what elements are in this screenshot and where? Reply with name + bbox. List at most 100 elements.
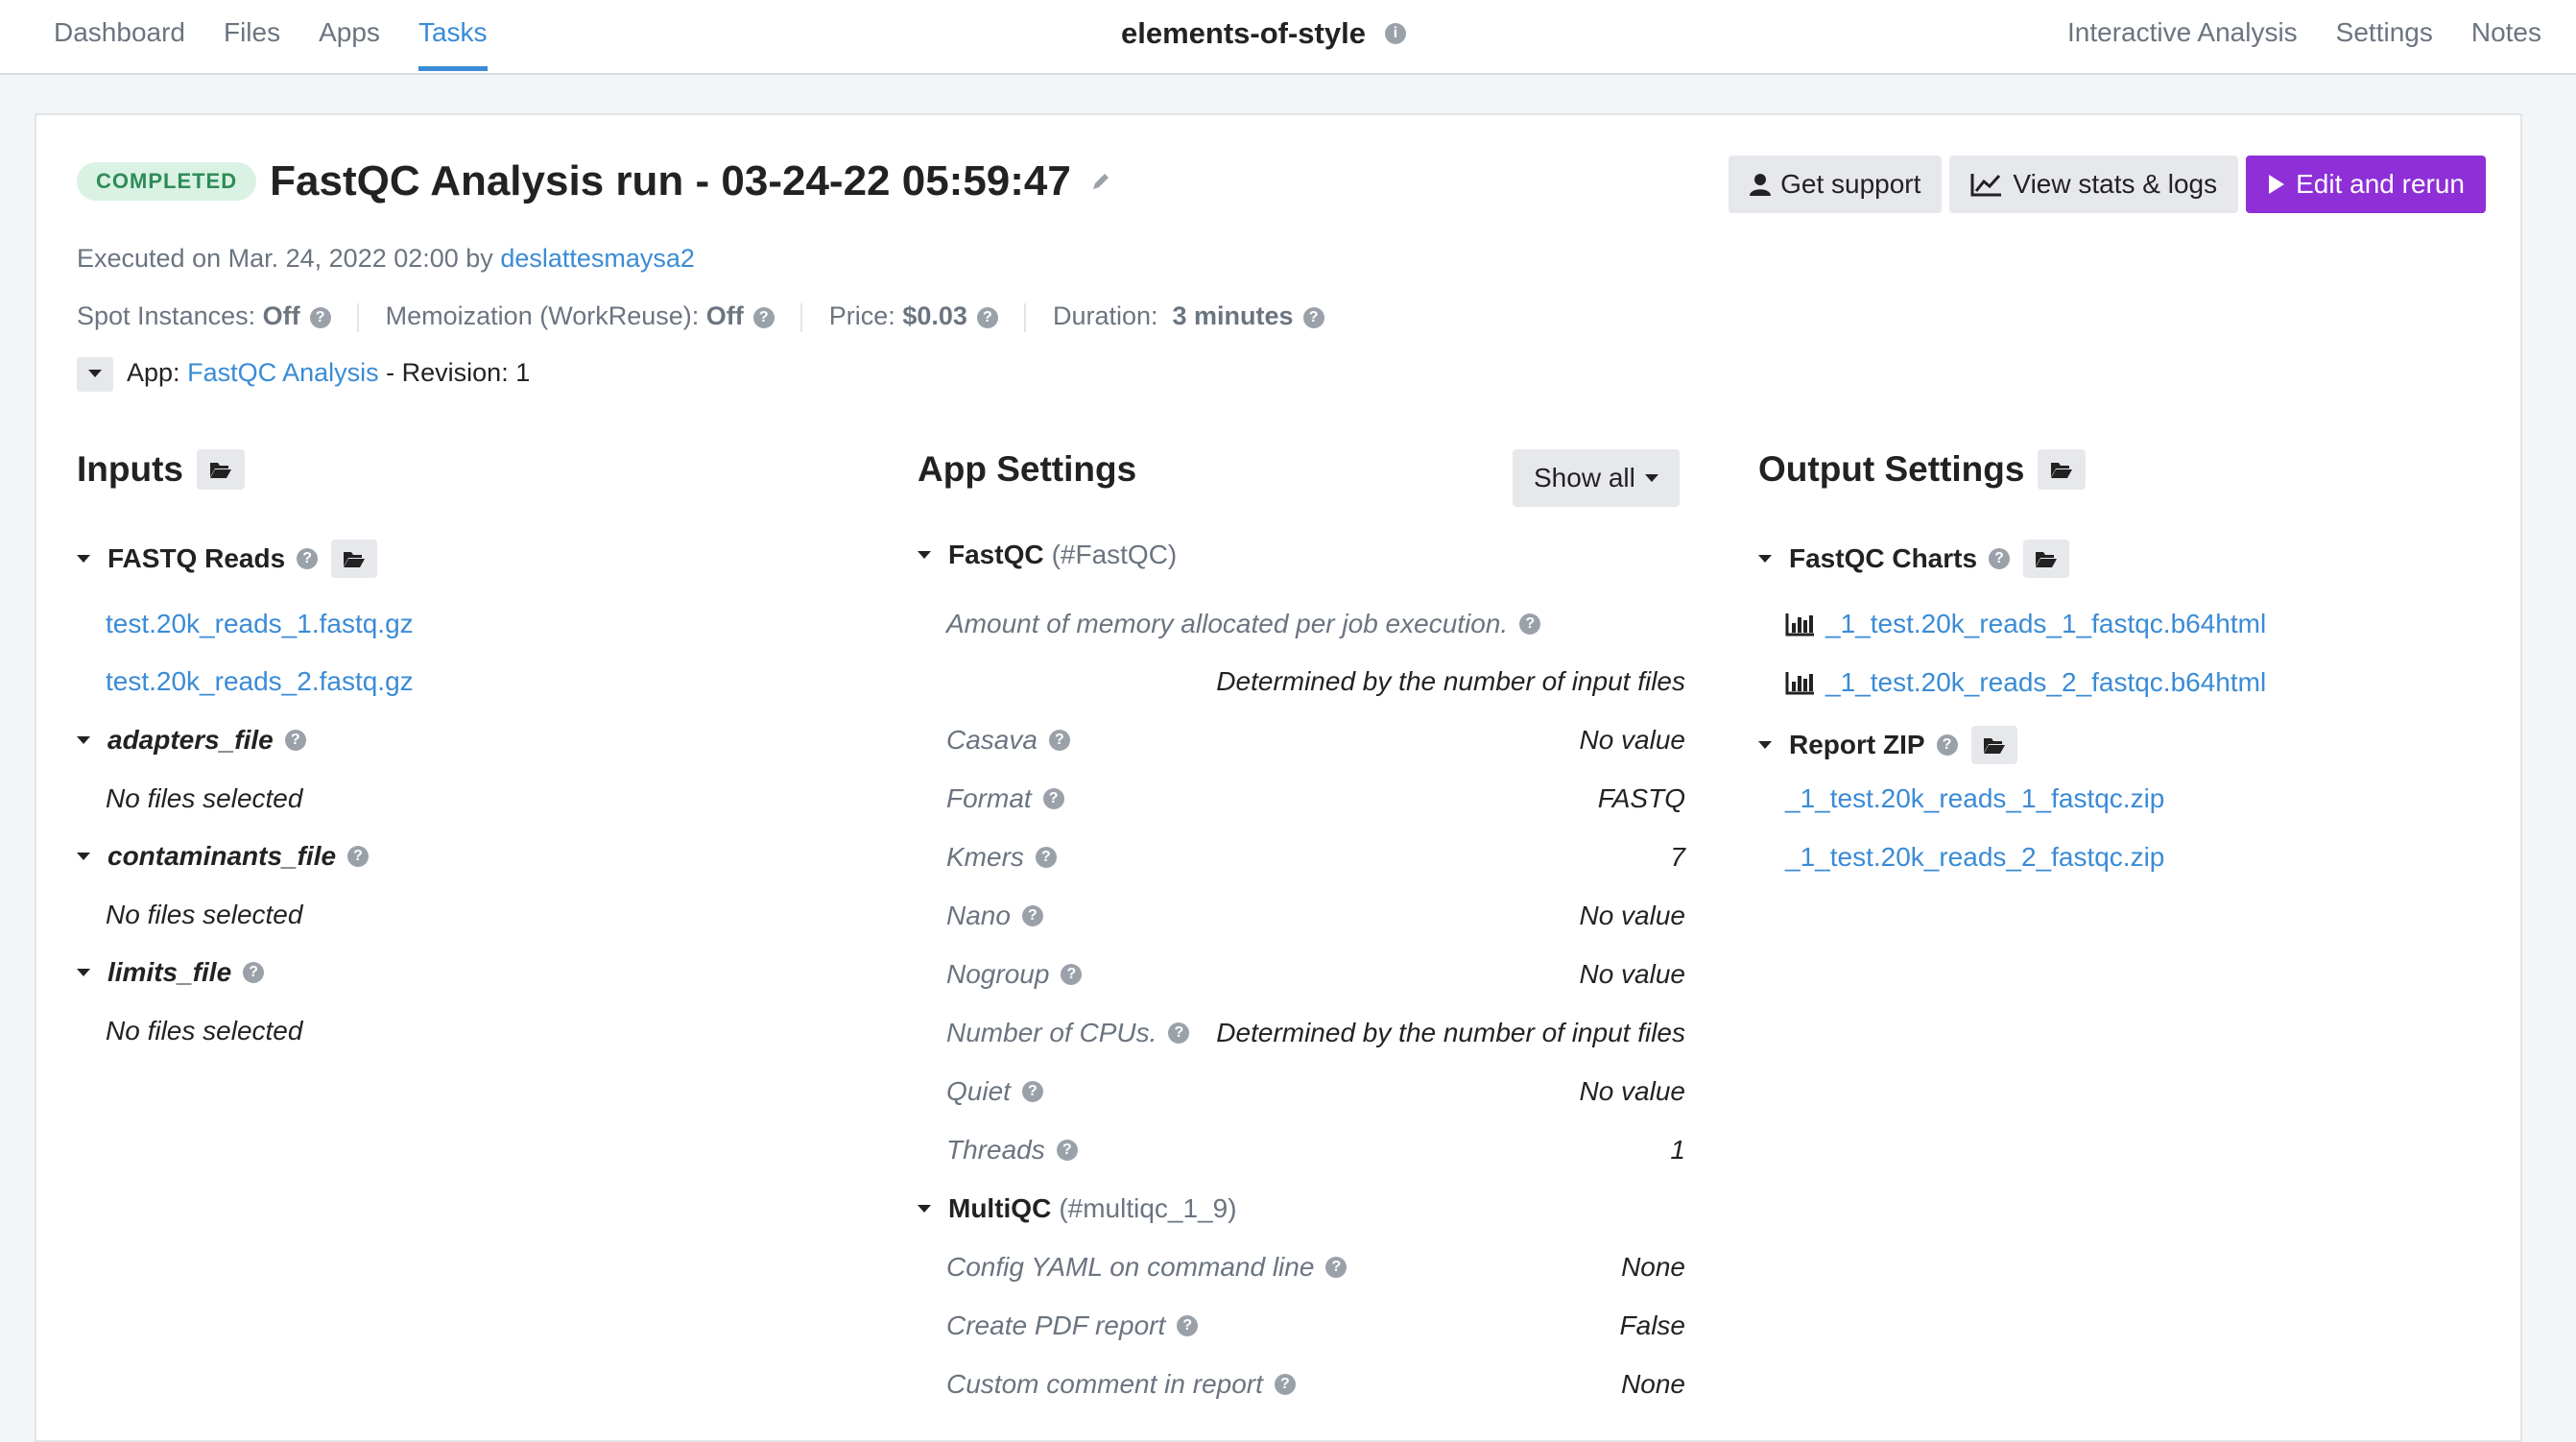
- caret-down-icon: [1644, 474, 1658, 482]
- file-link[interactable]: _1_test.20k_reads_1_fastqc.b64html: [1825, 609, 2266, 639]
- executed-text: Executed on Mar. 24, 2022 02:00 by: [77, 244, 493, 273]
- folder-open-icon[interactable]: [196, 449, 245, 490]
- help-icon[interactable]: ?: [1325, 1257, 1348, 1278]
- edit-rerun-button[interactable]: Edit and rerun: [2246, 156, 2486, 213]
- app-link[interactable]: FastQC Analysis: [187, 358, 379, 387]
- show-all-dropdown[interactable]: Show all: [1513, 449, 1680, 507]
- file-link[interactable]: _1_test.20k_reads_2_fastqc.zip: [1785, 842, 2164, 873]
- help-icon[interactable]: ?: [1989, 548, 2011, 569]
- output-file-row[interactable]: _1_test.20k_reads_2_fastqc.zip: [1785, 842, 2164, 873]
- status-badge: COMPLETED: [77, 162, 257, 201]
- setting-label: Amount of memory allocated per job execu…: [946, 609, 1541, 639]
- output-group-zip[interactable]: Report ZIP ?: [1758, 726, 2017, 764]
- setting-label: Custom comment in report?: [946, 1369, 1296, 1400]
- caret-down-icon: [1758, 555, 1772, 563]
- nav-notes[interactable]: Notes: [2471, 0, 2541, 71]
- caret-down-icon: [77, 853, 90, 860]
- help-icon[interactable]: ?: [1061, 964, 1083, 985]
- inputs-title: Inputs: [77, 449, 183, 489]
- setting-label-text: Amount of memory allocated per job execu…: [946, 609, 1509, 638]
- help-icon[interactable]: ?: [1021, 1081, 1043, 1102]
- setting-label-text: Nano: [946, 901, 1011, 930]
- setting-value: 1: [1670, 1135, 1685, 1165]
- help-icon[interactable]: ?: [243, 962, 265, 983]
- file-link[interactable]: test.20k_reads_2.fastq.gz: [106, 666, 414, 697]
- nav-tasks[interactable]: Tasks: [417, 0, 488, 71]
- nav-interactive-analysis[interactable]: Interactive Analysis: [2067, 0, 2298, 71]
- task-title: FastQC Analysis run - 03-24-22 05:59:47: [270, 157, 1071, 204]
- pencil-icon[interactable]: [1090, 171, 1111, 192]
- app-label: App:: [127, 358, 180, 388]
- input-group-fastq[interactable]: FASTQ Reads ?: [77, 540, 378, 578]
- group-label: limits_file: [107, 957, 232, 987]
- setting-value: Determined by the number of input files: [1216, 1018, 1685, 1047]
- get-support-button[interactable]: Get support: [1729, 156, 1943, 213]
- nav-settings[interactable]: Settings: [2336, 0, 2433, 71]
- app-toggle[interactable]: [77, 357, 113, 392]
- user-link[interactable]: deslattesmaysa2: [500, 244, 695, 273]
- view-stats-button[interactable]: View stats & logs: [1949, 156, 2239, 213]
- setting-label: Number of CPUs.?: [946, 1018, 1190, 1048]
- help-icon[interactable]: ?: [297, 548, 319, 569]
- caret-down-icon: [918, 1205, 931, 1213]
- setting-label: Create PDF report?: [946, 1310, 1199, 1341]
- output-file-row[interactable]: _1_test.20k_reads_1_fastqc.zip: [1785, 783, 2164, 814]
- setting-label: Nogroup?: [946, 959, 1083, 990]
- help-icon[interactable]: ?: [1519, 613, 1541, 635]
- output-file-row[interactable]: _1_test.20k_reads_2_fastqc.b64html: [1785, 667, 2266, 698]
- folder-open-icon[interactable]: [2023, 540, 2070, 578]
- help-icon[interactable]: ?: [1168, 1022, 1190, 1044]
- input-group-limits[interactable]: limits_file ?: [77, 957, 265, 988]
- help-icon[interactable]: ?: [1042, 788, 1064, 809]
- group-label: MultiQC: [948, 1193, 1052, 1223]
- settings-group-multiqc[interactable]: MultiQC (#multiqc_1_9): [918, 1193, 1237, 1224]
- nav-apps[interactable]: Apps: [319, 0, 380, 71]
- input-group-adapters[interactable]: adapters_file ?: [77, 725, 306, 756]
- file-link[interactable]: _1_test.20k_reads_2_fastqc.b64html: [1825, 667, 2266, 698]
- help-icon[interactable]: ?: [1302, 306, 1324, 328]
- input-file-link[interactable]: test.20k_reads_1.fastq.gz: [106, 609, 414, 639]
- project-name[interactable]: elements-of-style: [1121, 16, 1366, 51]
- help-icon[interactable]: ?: [1035, 847, 1057, 868]
- divider: [800, 302, 803, 332]
- info-icon[interactable]: i: [1384, 23, 1406, 44]
- help-icon[interactable]: ?: [347, 846, 370, 867]
- run-details: Spot Instances: Off? Memoization (WorkRe…: [77, 301, 1324, 332]
- setting-value: No value: [1579, 1076, 1685, 1106]
- help-icon[interactable]: ?: [1056, 1140, 1078, 1161]
- nav-dashboard[interactable]: Dashboard: [54, 0, 185, 71]
- output-group-charts[interactable]: FastQC Charts ?: [1758, 540, 2070, 578]
- app-settings-title: App Settings: [918, 449, 1137, 489]
- setting-label-text: Create PDF report: [946, 1310, 1166, 1340]
- folder-open-icon[interactable]: [331, 540, 378, 578]
- settings-group-fastqc[interactable]: FastQC (#FastQC): [918, 540, 1177, 570]
- help-icon[interactable]: ?: [1936, 734, 1958, 756]
- caret-down-icon: [1758, 741, 1772, 749]
- help-icon[interactable]: ?: [1021, 905, 1043, 926]
- setting-value: Determined by the number of input files: [1216, 666, 1685, 696]
- input-file-link[interactable]: test.20k_reads_2.fastq.gz: [106, 666, 414, 697]
- group-label: Report ZIP: [1789, 730, 1925, 759]
- help-icon[interactable]: ?: [752, 306, 775, 328]
- divider: [1024, 302, 1027, 332]
- help-icon[interactable]: ?: [284, 730, 306, 751]
- file-link[interactable]: _1_test.20k_reads_1_fastqc.zip: [1785, 783, 2164, 814]
- folder-open-icon[interactable]: [2038, 449, 2087, 490]
- input-group-contaminants[interactable]: contaminants_file ?: [77, 841, 370, 872]
- help-icon[interactable]: ?: [309, 306, 331, 328]
- divider: [357, 302, 360, 332]
- help-icon[interactable]: ?: [1177, 1315, 1199, 1336]
- setting-label-text: Casava: [946, 725, 1038, 755]
- file-link[interactable]: test.20k_reads_1.fastq.gz: [106, 609, 414, 639]
- help-icon[interactable]: ?: [976, 306, 998, 328]
- help-icon[interactable]: ?: [1274, 1374, 1296, 1395]
- caret-down-icon: [77, 736, 90, 744]
- folder-open-icon[interactable]: [1970, 726, 2017, 764]
- memo-label: Memoization (WorkReuse):: [385, 301, 700, 330]
- output-file-row[interactable]: _1_test.20k_reads_1_fastqc.b64html: [1785, 609, 2266, 639]
- nav-right: Interactive Analysis Settings Notes: [2029, 0, 2541, 73]
- help-icon[interactable]: ?: [1048, 730, 1070, 751]
- setting-label-text: Config YAML on command line: [946, 1252, 1315, 1282]
- no-files-text: No files selected: [106, 900, 303, 929]
- nav-files[interactable]: Files: [224, 0, 280, 71]
